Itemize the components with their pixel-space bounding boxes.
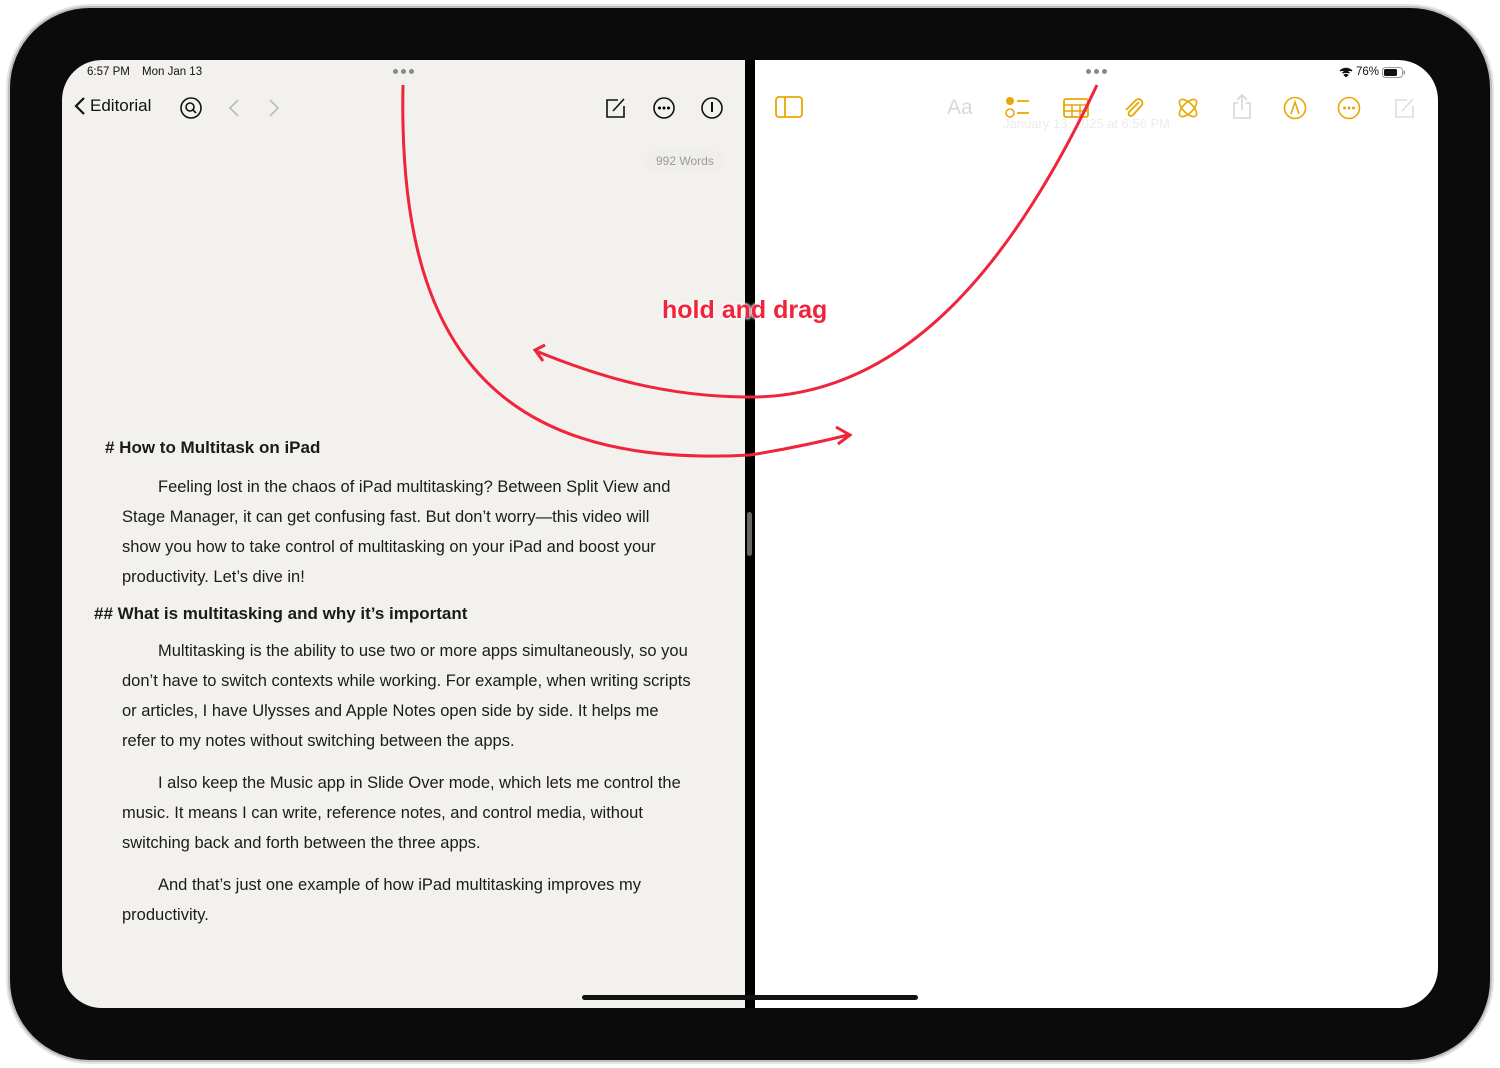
drag-arrow-right-to-left: [535, 84, 1099, 399]
annotation-label: hold and drag: [662, 296, 828, 324]
drag-arrow-left-to-right: [401, 84, 849, 458]
drag-annotation: [401, 84, 1099, 458]
